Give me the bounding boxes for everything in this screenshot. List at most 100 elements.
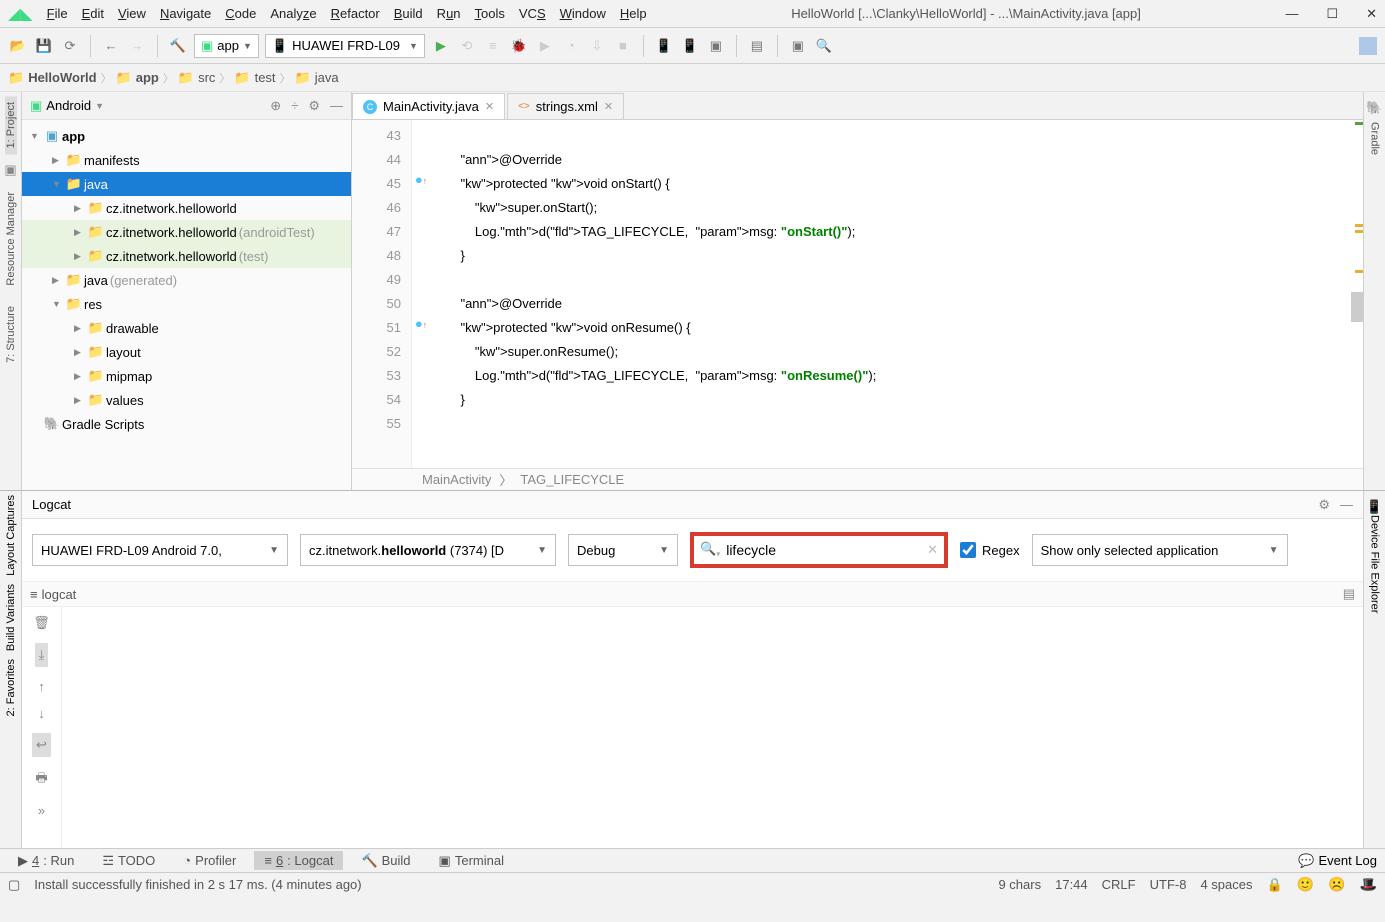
device-dropdown[interactable]: HUAWEI FRD-L09 Android 7.0,▼ <box>32 534 288 566</box>
crumb-member[interactable]: TAG_LIFECYCLE <box>520 472 624 487</box>
tool-project[interactable]: 1: Project <box>5 96 17 154</box>
tree-node[interactable]: ▶📁 values <box>22 388 351 412</box>
crumb-test[interactable]: 📁 test <box>234 70 275 86</box>
menu-navigate[interactable]: Navigate <box>160 6 211 21</box>
logcat-tab[interactable]: ≡ logcat <box>30 587 76 602</box>
profile-icon[interactable]: ◔ <box>561 36 581 56</box>
logcat-output[interactable] <box>62 607 1363 848</box>
crumb-root[interactable]: 📁 HelloWorld <box>8 70 97 86</box>
menu-file[interactable]: File <box>47 6 68 21</box>
tree-node[interactable]: ▶📁 layout <box>22 340 351 364</box>
status-encoding[interactable]: UTF-8 <box>1150 877 1187 892</box>
layout-toggle-icon[interactable]: ▤ <box>1343 586 1355 602</box>
close-button[interactable]: ✕ <box>1366 6 1377 22</box>
target-icon[interactable]: ⊕ <box>270 98 281 114</box>
tree-node[interactable]: ▼📁 res <box>22 292 351 316</box>
tab-run[interactable]: ▶ 4: Run <box>8 851 84 871</box>
tree-node[interactable]: ▼▣ app <box>22 124 351 148</box>
menu-window[interactable]: Window <box>560 6 606 21</box>
wrap-icon[interactable]: ↩ <box>32 733 51 757</box>
tab-profiler[interactable]: ◔ Profiler <box>173 851 246 870</box>
restart-icon[interactable]: » <box>38 803 45 818</box>
user-avatar[interactable] <box>1359 37 1377 55</box>
regex-input[interactable] <box>960 542 976 558</box>
menu-view[interactable]: View <box>118 6 146 21</box>
tab-strings[interactable]: <> strings.xml ✕ <box>507 93 624 119</box>
editor-minimap[interactable] <box>1351 120 1363 468</box>
status-indent[interactable]: 4 spaces <box>1200 877 1252 892</box>
down-icon[interactable]: ↓ <box>38 706 45 721</box>
tree-node[interactable]: ▶📁 cz.itnetwork.helloworld (androidTest) <box>22 220 351 244</box>
hide-icon[interactable]: — <box>1340 497 1353 513</box>
tab-build[interactable]: 🔨 Build <box>351 851 420 871</box>
crumb-app[interactable]: 📁 app <box>116 70 159 86</box>
folder-strip-icon[interactable]: ▣ <box>3 162 19 178</box>
event-log[interactable]: 💬 Event Log <box>1298 853 1377 869</box>
menu-vcs[interactable]: VCS <box>519 6 546 21</box>
tree-node[interactable]: ▼📁 java <box>22 172 351 196</box>
tool-device-explorer[interactable]: Device File Explorer <box>1369 515 1381 613</box>
gear-icon[interactable]: ⚙ <box>1318 497 1330 513</box>
trash-icon[interactable]: 🗑 <box>33 615 50 631</box>
tree-node[interactable]: ▶📁 manifests <box>22 148 351 172</box>
avd-icon[interactable]: 📱 <box>654 36 674 56</box>
search-everywhere-icon[interactable]: 🔍 <box>814 36 834 56</box>
up-icon[interactable]: ↑ <box>38 679 45 694</box>
status-eol[interactable]: CRLF <box>1102 877 1136 892</box>
sdk-icon[interactable]: 📱 <box>680 36 700 56</box>
layout-icon[interactable]: ▤ <box>747 36 767 56</box>
close-tab-icon[interactable]: ✕ <box>485 100 494 113</box>
apply-changes-icon[interactable]: ⟲ <box>457 36 477 56</box>
crumb-src[interactable]: 📁 src <box>178 70 216 86</box>
project-tree[interactable]: ▼▣ app▶📁 manifests▼📁 java ▶📁 cz.itnetwork… <box>22 120 351 490</box>
attach-debugger-icon[interactable]: ⇩ <box>587 36 607 56</box>
tree-node[interactable]: ▶📁 mipmap <box>22 364 351 388</box>
menu-edit[interactable]: Edit <box>82 6 104 21</box>
lock-icon[interactable]: 🔒 <box>1267 877 1283 893</box>
clear-search-icon[interactable]: ✕ <box>927 542 938 558</box>
forward-icon[interactable]: → <box>127 36 147 56</box>
menu-refactor[interactable]: Refactor <box>331 6 380 21</box>
hat-icon[interactable]: 🎩 <box>1360 876 1377 893</box>
menu-help[interactable]: Help <box>620 6 647 21</box>
crumb-java[interactable]: 📁 java <box>295 70 339 86</box>
back-icon[interactable]: ← <box>101 36 121 56</box>
menu-analyze[interactable]: Analyze <box>270 6 316 21</box>
tree-node[interactable]: ▶📁 cz.itnetwork.helloworld (test) <box>22 244 351 268</box>
project-mode[interactable]: ▣ Android ▼ <box>30 98 104 114</box>
filter-dropdown[interactable]: Show only selected application▼ <box>1032 534 1288 566</box>
tree-node[interactable]: 🐘 Gradle Scripts <box>22 412 351 436</box>
status-icon[interactable]: ▢ <box>8 877 20 893</box>
sad-icon[interactable]: ☹️ <box>1328 876 1345 893</box>
sync-icon[interactable]: ⟳ <box>60 36 80 56</box>
scroll-down-icon[interactable]: ⤓ <box>35 643 49 667</box>
search-input[interactable] <box>720 542 927 558</box>
debug-icon[interactable]: 🐞 <box>509 36 529 56</box>
tool-gradle[interactable]: Gradle <box>1369 116 1381 161</box>
tab-todo[interactable]: ☲ TODO <box>92 851 165 871</box>
minimize-button[interactable]: — <box>1285 6 1298 22</box>
menu-build[interactable]: Build <box>394 6 423 21</box>
coverage-icon[interactable]: ▶ <box>535 36 555 56</box>
open-icon[interactable]: 📂 <box>8 36 28 56</box>
run-icon[interactable]: ▶ <box>431 36 451 56</box>
save-icon[interactable]: 💾 <box>34 36 54 56</box>
tab-mainactivity[interactable]: C MainActivity.java ✕ <box>352 93 505 119</box>
build-icon[interactable]: 🔨 <box>168 36 188 56</box>
close-tab-icon[interactable]: ✕ <box>604 100 613 113</box>
regex-checkbox[interactable]: Regex <box>960 542 1020 558</box>
code-content[interactable]: "ann">@Override "kw">protected "kw">void… <box>430 120 1363 468</box>
tab-logcat[interactable]: ≡ 6: Logcat <box>254 851 343 870</box>
tool-layout-captures[interactable]: Layout Captures <box>5 495 17 576</box>
tool-resource-manager[interactable]: Resource Manager <box>5 186 17 292</box>
line-gutter[interactable]: 43444546474849505152535455 <box>352 120 412 468</box>
config-combo[interactable]: ▣ app ▼ <box>194 34 259 58</box>
loglevel-dropdown[interactable]: Debug▼ <box>568 534 678 566</box>
print-icon[interactable]: 🖶 <box>35 769 47 791</box>
structure-icon[interactable]: ▣ <box>788 36 808 56</box>
happy-icon[interactable]: 🙂 <box>1297 876 1314 893</box>
code-editor[interactable]: 43444546474849505152535455 ●↑●↑ "ann">@O… <box>352 120 1363 468</box>
tree-node[interactable]: ▶📁 java (generated) <box>22 268 351 292</box>
tool-build-variants[interactable]: Build Variants <box>5 584 17 651</box>
apply-code-icon[interactable]: ≡ <box>483 36 503 56</box>
